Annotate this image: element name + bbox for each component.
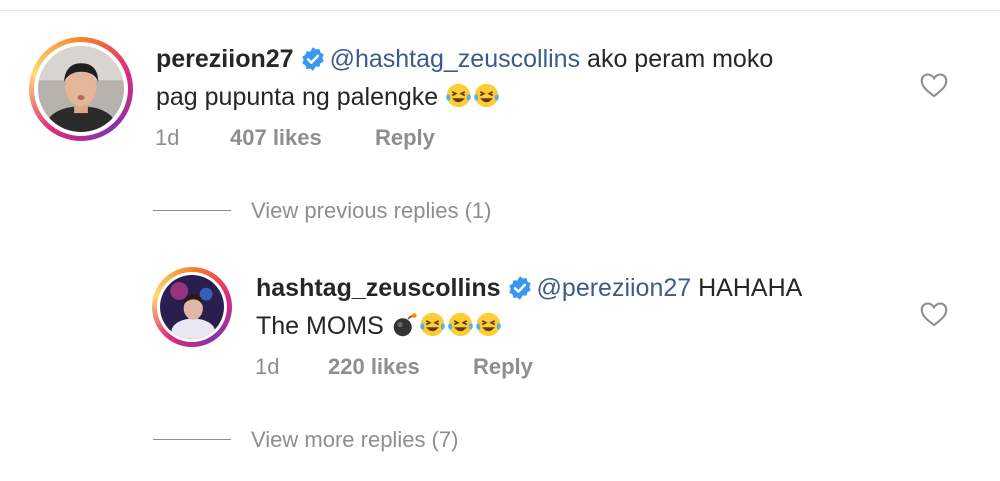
comment-text-line1: HAHAHA bbox=[691, 274, 803, 302]
comment-text-line2: pag pupunta ng palengke bbox=[156, 83, 439, 111]
comment-text-line2: The MOMS bbox=[256, 312, 384, 340]
comment-body: hashtag_zeuscollins @pereziion27 HAHAHA T… bbox=[256, 269, 896, 345]
comment-meta: 1d 220 likes Reply bbox=[255, 354, 575, 384]
comment-time: 1d bbox=[155, 125, 180, 150]
laughing-crying-emoji bbox=[419, 312, 445, 337]
verified-badge-icon bbox=[301, 47, 324, 71]
laughing-crying-emoji bbox=[475, 312, 501, 337]
bomb-emoji bbox=[393, 313, 417, 337]
view-replies-label[interactable]: View previous replies (1) bbox=[251, 198, 491, 224]
view-previous-replies[interactable]: View previous replies (1) bbox=[153, 198, 573, 226]
comment-mention[interactable]: @pereziion27 bbox=[537, 274, 692, 302]
comment-username[interactable]: hashtag_zeuscollins bbox=[256, 274, 501, 302]
comment-likes[interactable]: 220 likes bbox=[328, 354, 420, 380]
comment-body: pereziion27 @hashtag_zeuscollins ako pera… bbox=[156, 40, 896, 116]
top-divider bbox=[0, 10, 1000, 11]
laughing-crying-emoji bbox=[447, 312, 473, 337]
avatar-hashtag_zeuscollins[interactable] bbox=[152, 267, 232, 347]
comment-time: 1d bbox=[255, 354, 280, 379]
replies-divider-line bbox=[153, 210, 231, 211]
profile-photo bbox=[160, 275, 224, 339]
comment-likes[interactable]: 407 likes bbox=[230, 125, 322, 151]
comment-username[interactable]: pereziion27 bbox=[156, 45, 294, 73]
like-heart-icon[interactable] bbox=[920, 72, 948, 98]
reply-button[interactable]: Reply bbox=[375, 125, 435, 151]
view-replies-label[interactable]: View more replies (7) bbox=[251, 427, 458, 453]
reply-button[interactable]: Reply bbox=[473, 354, 533, 380]
laughing-crying-emoji bbox=[474, 83, 499, 108]
view-more-replies[interactable]: View more replies (7) bbox=[153, 427, 573, 455]
comment-mention[interactable]: @hashtag_zeuscollins bbox=[330, 45, 581, 73]
avatar-pereziion27[interactable] bbox=[29, 37, 133, 141]
comment-meta: 1d 407 likes Reply bbox=[155, 125, 475, 155]
like-heart-icon[interactable] bbox=[920, 301, 948, 327]
comment-text-line1: ako peram moko bbox=[580, 45, 774, 73]
profile-photo bbox=[38, 46, 124, 132]
laughing-crying-emoji bbox=[446, 83, 471, 108]
replies-divider-line bbox=[153, 439, 231, 440]
verified-badge-icon bbox=[508, 276, 531, 300]
